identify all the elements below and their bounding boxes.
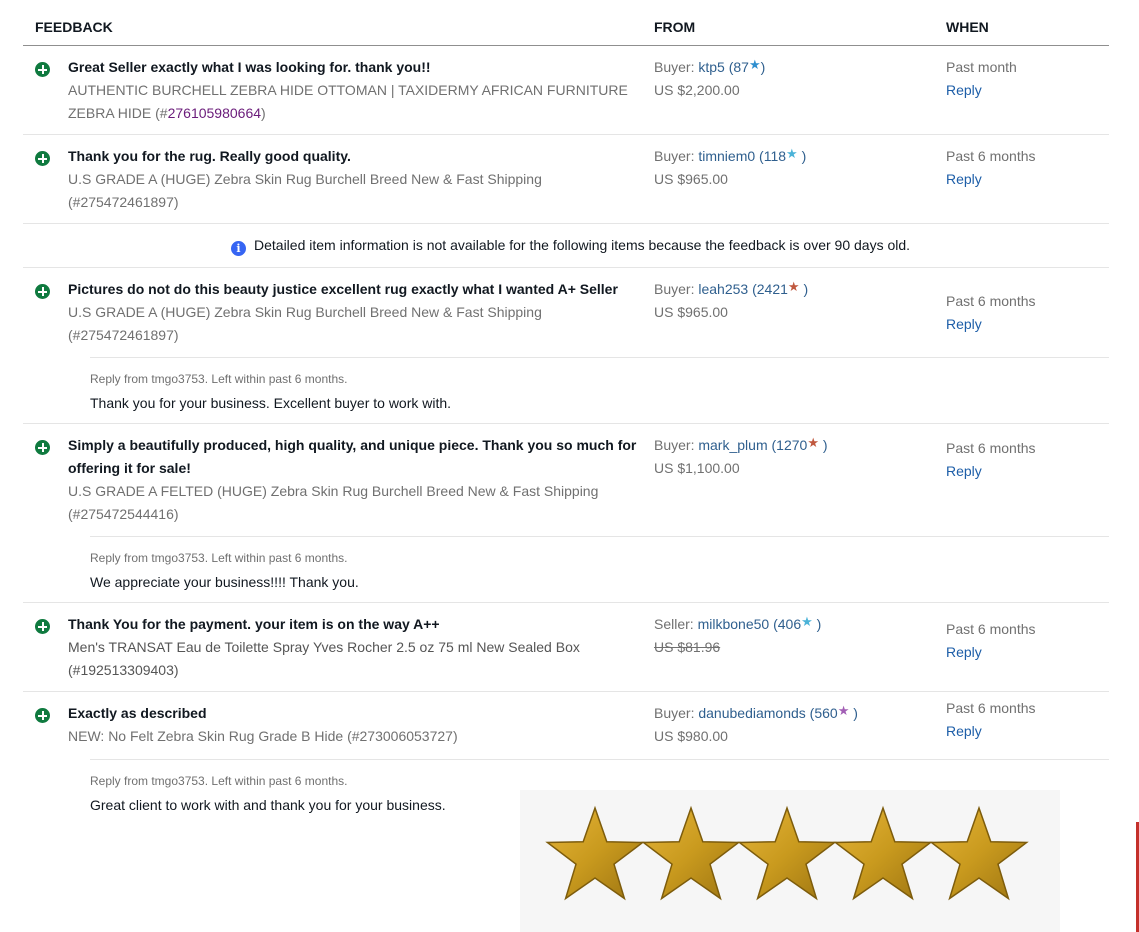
reply-link[interactable]: Reply <box>946 168 1036 191</box>
notice-text: Detailed item information is not availab… <box>254 237 911 253</box>
item-title: U.S GRADE A (HUGE) Zebra Skin Rug Burche… <box>68 304 542 343</box>
feedback-comment: Simply a beautifully produced, high qual… <box>68 437 637 476</box>
seller-reply-meta: Reply from tmgo3753. Left within past 6 … <box>90 551 348 565</box>
feedback-score-link[interactable]: (1270★ ) <box>772 435 828 453</box>
item-title: NEW: No Felt Zebra Skin Rug Grade B Hide… <box>68 728 458 744</box>
column-header-feedback: FEEDBACK <box>35 19 113 35</box>
info-icon: i <box>231 241 246 256</box>
user-link[interactable]: mark_plum <box>698 437 767 453</box>
item-price: US $965.00 <box>654 171 728 187</box>
seller-reply-meta: Reply from tmgo3753. Left within past 6 … <box>90 774 348 788</box>
positive-feedback-icon <box>35 284 50 299</box>
feedback-from: Buyer: timniem0 (118★ ) US $965.00 <box>654 145 806 191</box>
seller-reply-meta: Reply from tmgo3753. Left within past 6 … <box>90 372 348 386</box>
column-header-from: FROM <box>654 19 696 35</box>
feedback-from: Buyer: ktp5 (87★) US $2,200.00 <box>654 56 765 102</box>
user-link[interactable]: timniem0 <box>698 148 755 164</box>
feedback-row: Pictures do not do this beauty justice e… <box>23 268 1109 424</box>
item-price: US $81.96 <box>654 639 721 655</box>
feedback-row: Thank You for the payment. your item is … <box>23 603 1109 692</box>
feedback-comment: Thank You for the payment. your item is … <box>68 616 440 632</box>
feedback-score-link[interactable]: (560★ ) <box>810 703 858 721</box>
feedback-score-link[interactable]: (87★) <box>729 57 766 75</box>
feedback-from: Buyer: leah253 (2421★ ) US $965.00 <box>654 278 808 324</box>
seller-reply-text: We appreciate your business!!!! Thank yo… <box>90 574 359 590</box>
reply-link[interactable]: Reply <box>946 79 1017 102</box>
item-price: US $980.00 <box>654 728 728 744</box>
feedback-score-link[interactable]: (2421★ ) <box>752 279 808 297</box>
feedback-when: Past 6 months Reply <box>946 618 1036 664</box>
star-icon: ★ <box>837 703 850 718</box>
gold-star-icon <box>833 805 933 901</box>
positive-feedback-icon <box>35 708 50 723</box>
feedback-from: Seller: milkbone50 (406★ ) US $81.96 <box>654 613 821 659</box>
reply-link[interactable]: Reply <box>946 720 1036 743</box>
positive-feedback-icon <box>35 440 50 455</box>
gold-star-icon <box>929 805 1029 901</box>
gold-star-icon <box>545 805 645 901</box>
feedback-row: Simply a beautifully produced, high qual… <box>23 424 1109 603</box>
positive-feedback-icon <box>35 151 50 166</box>
feedback-row: Thank you for the rug. Really good quali… <box>23 135 1109 224</box>
feedback-when: Past 6 months Reply <box>946 290 1036 336</box>
star-icon: ★ <box>786 146 798 161</box>
seller-reply: Reply from tmgo3753. Left within past 6 … <box>90 536 1109 603</box>
gold-star-icon <box>641 805 741 901</box>
item-number-link[interactable]: 276105980664 <box>168 105 261 121</box>
old-feedback-notice: i Detailed item information is not availa… <box>23 224 1109 268</box>
five-star-rating-graphic <box>520 790 1060 932</box>
reply-link[interactable]: Reply <box>946 641 1036 664</box>
item-title: Men's TRANSAT Eau de Toilette Spray Yves… <box>68 639 580 678</box>
feedback-comment: Great Seller exactly what I was looking … <box>68 59 431 75</box>
user-link[interactable]: danubediamonds <box>698 705 805 721</box>
reply-link[interactable]: Reply <box>946 460 1036 483</box>
star-icon: ★ <box>801 614 813 629</box>
column-header-when: WHEN <box>946 19 989 35</box>
star-icon: ★ <box>787 279 800 294</box>
user-link[interactable]: leah253 <box>698 281 748 297</box>
star-icon: ★ <box>807 435 819 450</box>
user-link[interactable]: ktp5 <box>698 59 724 75</box>
gold-star-icon <box>737 805 837 901</box>
feedback-when: Past month Reply <box>946 56 1017 102</box>
feedback-from: Buyer: mark_plum (1270★ ) US $1,100.00 <box>654 434 828 480</box>
feedback-from: Buyer: danubediamonds (560★ ) US $980.00 <box>654 702 858 748</box>
item-price: US $965.00 <box>654 304 728 320</box>
positive-feedback-icon <box>35 619 50 634</box>
feedback-score-link[interactable]: (118★ ) <box>759 146 806 164</box>
feedback-comment: Thank you for the rug. Really good quali… <box>68 148 351 164</box>
seller-reply-text: Great client to work with and thank you … <box>90 797 446 813</box>
feedback-when: Past 6 months Reply <box>946 437 1036 483</box>
feedback-score-link[interactable]: (406★ ) <box>773 614 821 632</box>
reply-link[interactable]: Reply <box>946 313 1036 336</box>
item-title: U.S GRADE A (HUGE) Zebra Skin Rug Burche… <box>68 171 542 210</box>
user-link[interactable]: milkbone50 <box>698 616 770 632</box>
star-icon: ★ <box>748 57 761 72</box>
feedback-table: FEEDBACK FROM WHEN Great Seller exactly … <box>23 0 1109 826</box>
feedback-when: Past 6 months Reply <box>946 697 1036 743</box>
feedback-when: Past 6 months Reply <box>946 145 1036 191</box>
item-price: US $1,100.00 <box>654 460 740 476</box>
item-title: AUTHENTIC BURCHELL ZEBRA HIDE OTTOMAN | … <box>68 82 628 121</box>
seller-reply: Reply from tmgo3753. Left within past 6 … <box>90 357 1109 424</box>
feedback-comment: Exactly as described <box>68 705 207 721</box>
seller-reply-text: Thank you for your business. Excellent b… <box>90 395 452 411</box>
positive-feedback-icon <box>35 62 50 77</box>
table-header: FEEDBACK FROM WHEN <box>23 0 1109 46</box>
feedback-row: Great Seller exactly what I was looking … <box>23 46 1109 135</box>
feedback-comment: Pictures do not do this beauty justice e… <box>68 281 618 297</box>
item-title: U.S GRADE A FELTED (HUGE) Zebra Skin Rug… <box>68 483 599 522</box>
item-price: US $2,200.00 <box>654 82 740 98</box>
